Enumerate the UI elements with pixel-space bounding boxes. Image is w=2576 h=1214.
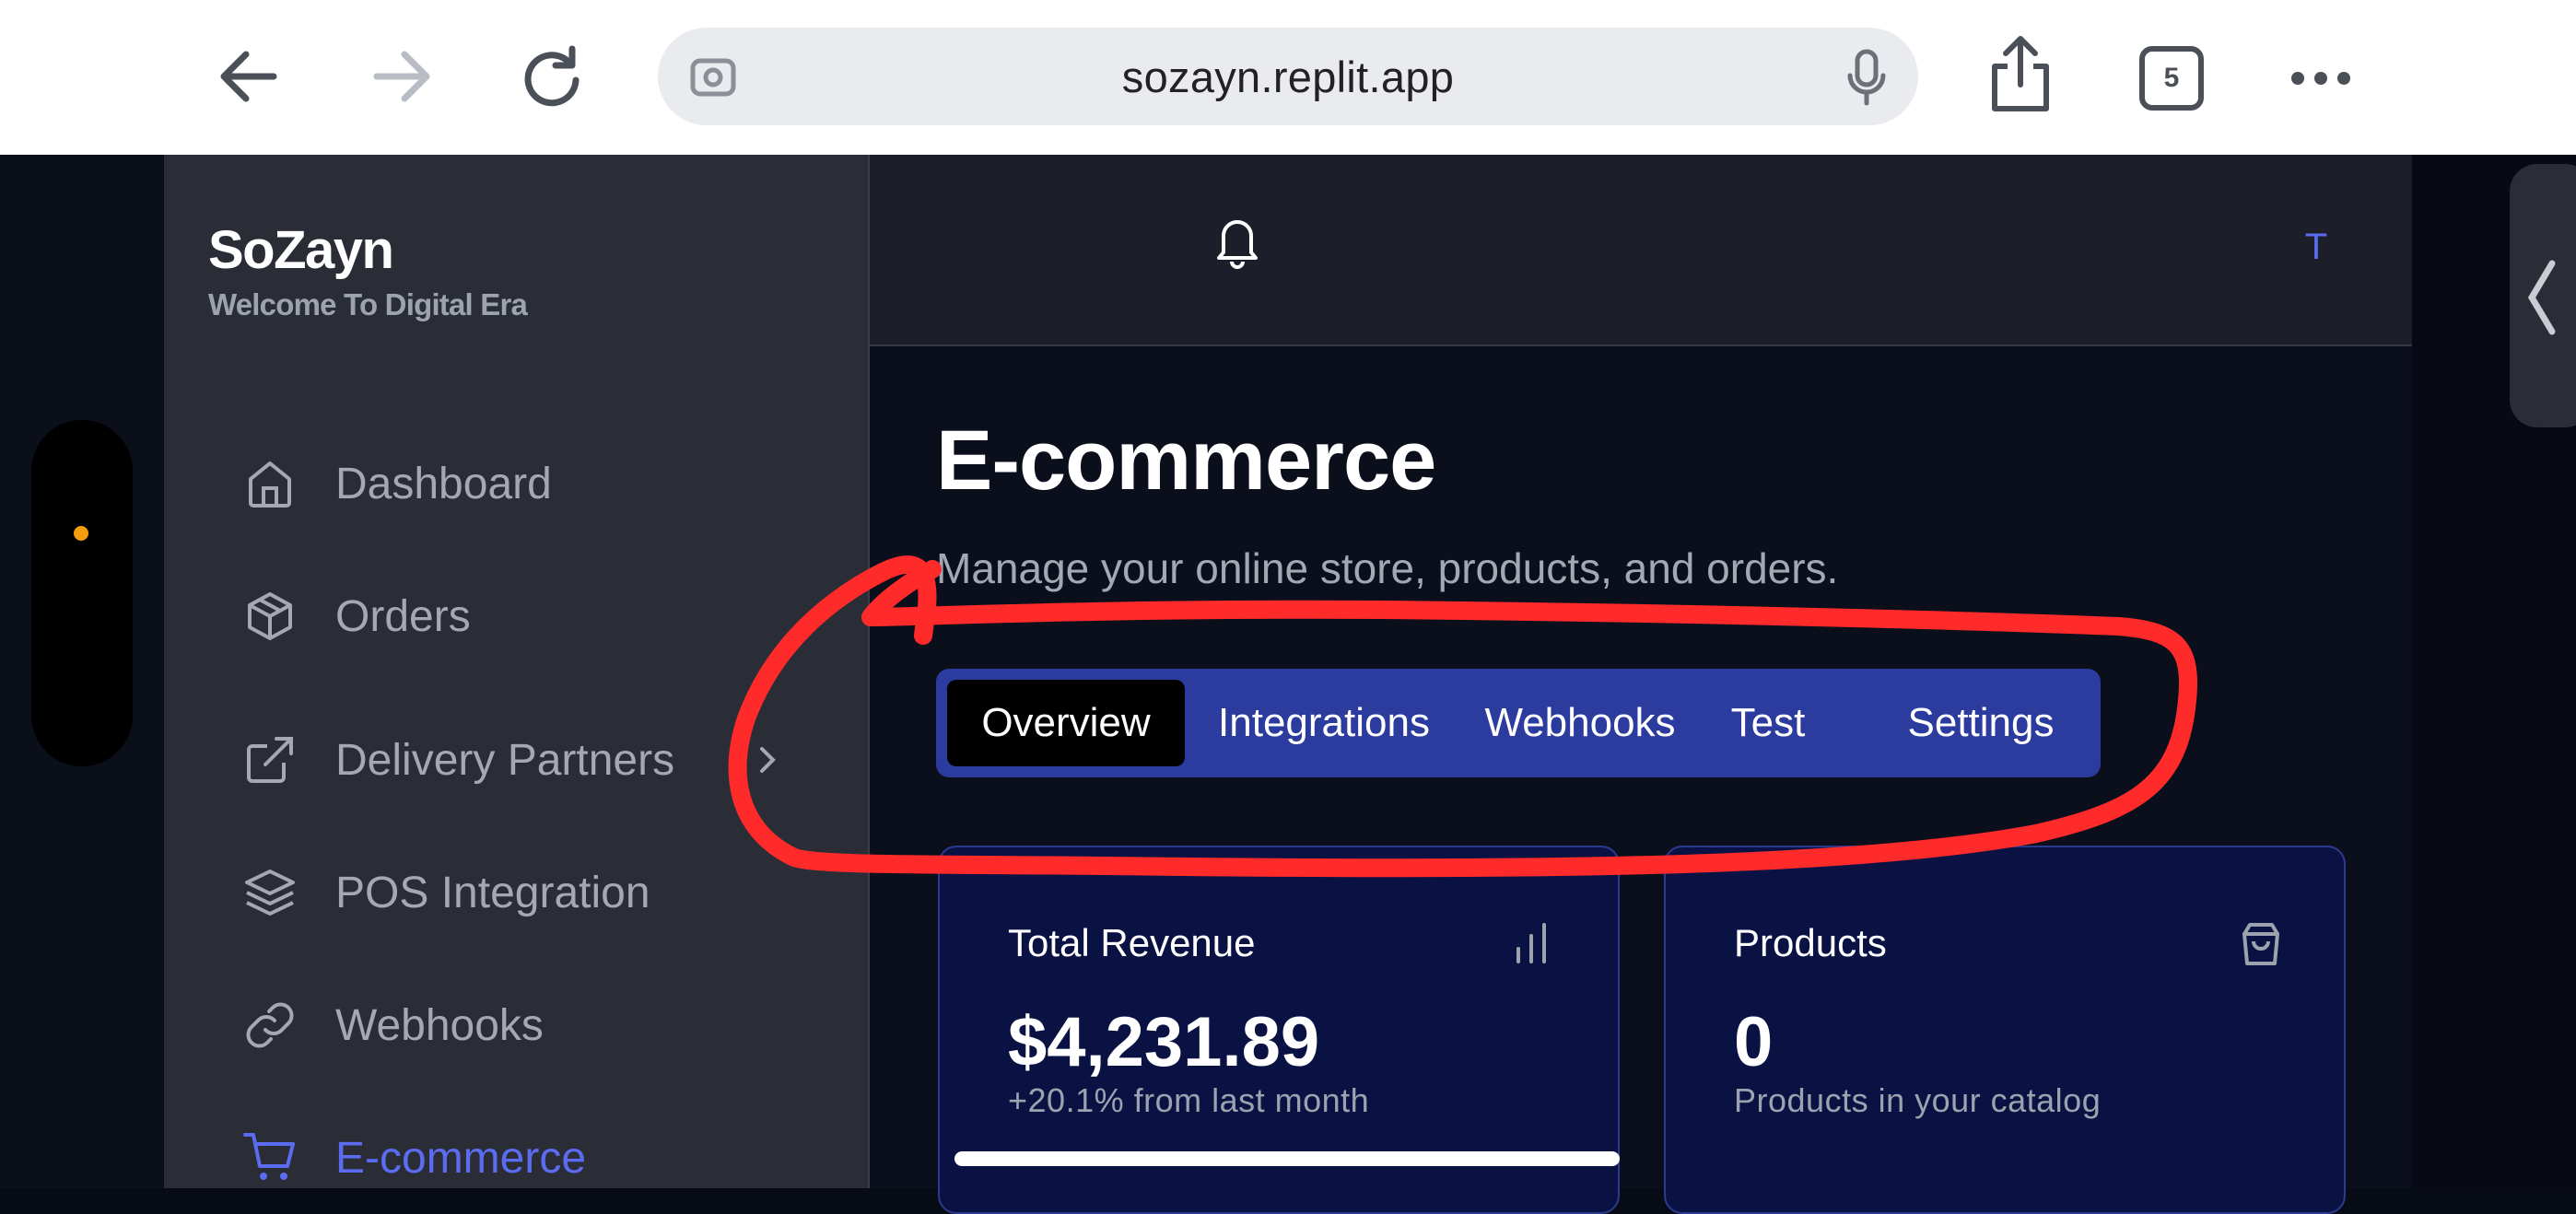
sidebar-item-delivery-partners[interactable]: Delivery Partners <box>238 718 827 801</box>
tab-overview[interactable]: Overview <box>947 680 1185 766</box>
home-icon <box>238 451 302 516</box>
tab-settings[interactable]: Settings <box>1881 680 2080 766</box>
share-icon <box>1992 36 2049 111</box>
top-header: T <box>870 155 2412 346</box>
tab-webhooks[interactable]: Webhooks <box>1467 680 1693 766</box>
url-text: sozayn.replit.app <box>1121 52 1455 101</box>
sidebar-item-label: E-commerce <box>335 1133 587 1183</box>
side-handle[interactable] <box>31 420 133 766</box>
back-button[interactable] <box>210 37 289 116</box>
arrow-right-icon <box>373 51 430 102</box>
products-card: Products 0 Products in your catalog <box>1664 846 2346 1214</box>
tab-integrations[interactable]: Integrations <box>1200 680 1448 766</box>
status-dot <box>74 526 88 541</box>
edge-panel-tab[interactable] <box>2510 164 2576 427</box>
card-value: 0 <box>1734 1003 1774 1081</box>
card-title: Total Revenue <box>1008 921 1256 964</box>
sidebar-item-ecommerce[interactable]: E-commerce <box>238 1116 827 1199</box>
chevron-right-icon[interactable] <box>754 744 781 776</box>
card-subtext: +20.1% from last month <box>1008 1081 1370 1119</box>
progress-bar <box>954 1151 1620 1166</box>
chevron-left-icon <box>2527 260 2556 335</box>
page-subtitle: Manage your online store, products, and … <box>936 544 1839 592</box>
card-title: Products <box>1734 921 1887 964</box>
card-subtext: Products in your catalog <box>1734 1081 2102 1119</box>
tab-list: Overview Integrations Webhooks Test Sett… <box>936 669 2101 777</box>
external-link-icon <box>238 728 302 792</box>
more-menu-button[interactable] <box>2289 64 2353 92</box>
forward-button[interactable] <box>361 37 440 116</box>
address-bar[interactable]: sozayn.replit.app <box>658 28 1918 125</box>
sidebar-item-label: Delivery Partners <box>335 735 675 785</box>
cart-icon <box>238 1126 302 1190</box>
user-avatar[interactable]: T <box>2289 219 2344 274</box>
share-button[interactable] <box>1981 35 2060 114</box>
bar-chart-icon <box>1516 923 1546 963</box>
sidebar-item-label: Orders <box>335 591 471 641</box>
reload-icon <box>524 45 580 107</box>
sidebar-item-pos-integration[interactable]: POS Integration <box>238 851 827 934</box>
brand-tagline: Welcome To Digital Era <box>208 287 528 321</box>
sidebar-item-label: Webhooks <box>335 1000 544 1050</box>
reload-button[interactable] <box>514 37 593 116</box>
layers-icon <box>238 860 302 925</box>
page-title: E-commerce <box>936 414 1436 508</box>
sidebar-item-webhooks[interactable]: Webhooks <box>238 984 827 1067</box>
shopping-bag-icon <box>2242 923 2279 965</box>
microphone-icon[interactable] <box>1843 48 1891 107</box>
arrow-left-icon <box>220 51 277 102</box>
tab-test[interactable]: Test <box>1719 680 1817 766</box>
sidebar-item-orders[interactable]: Orders <box>238 575 827 658</box>
link-icon <box>238 993 302 1057</box>
card-value: $4,231.89 <box>1008 1003 1320 1081</box>
brand-name[interactable]: SoZayn <box>208 219 394 281</box>
sidebar-item-label: POS Integration <box>335 868 650 917</box>
more-horizontal-icon <box>2291 72 2350 85</box>
sidebar-item-dashboard[interactable]: Dashboard <box>238 442 827 525</box>
tabs-count-button[interactable]: 5 <box>2139 46 2204 111</box>
bell-icon[interactable] <box>1211 212 1264 269</box>
package-icon <box>238 584 302 648</box>
browser-toolbar: sozayn.replit.app 5 <box>0 0 2576 155</box>
sidebar-item-label: Dashboard <box>335 459 552 508</box>
